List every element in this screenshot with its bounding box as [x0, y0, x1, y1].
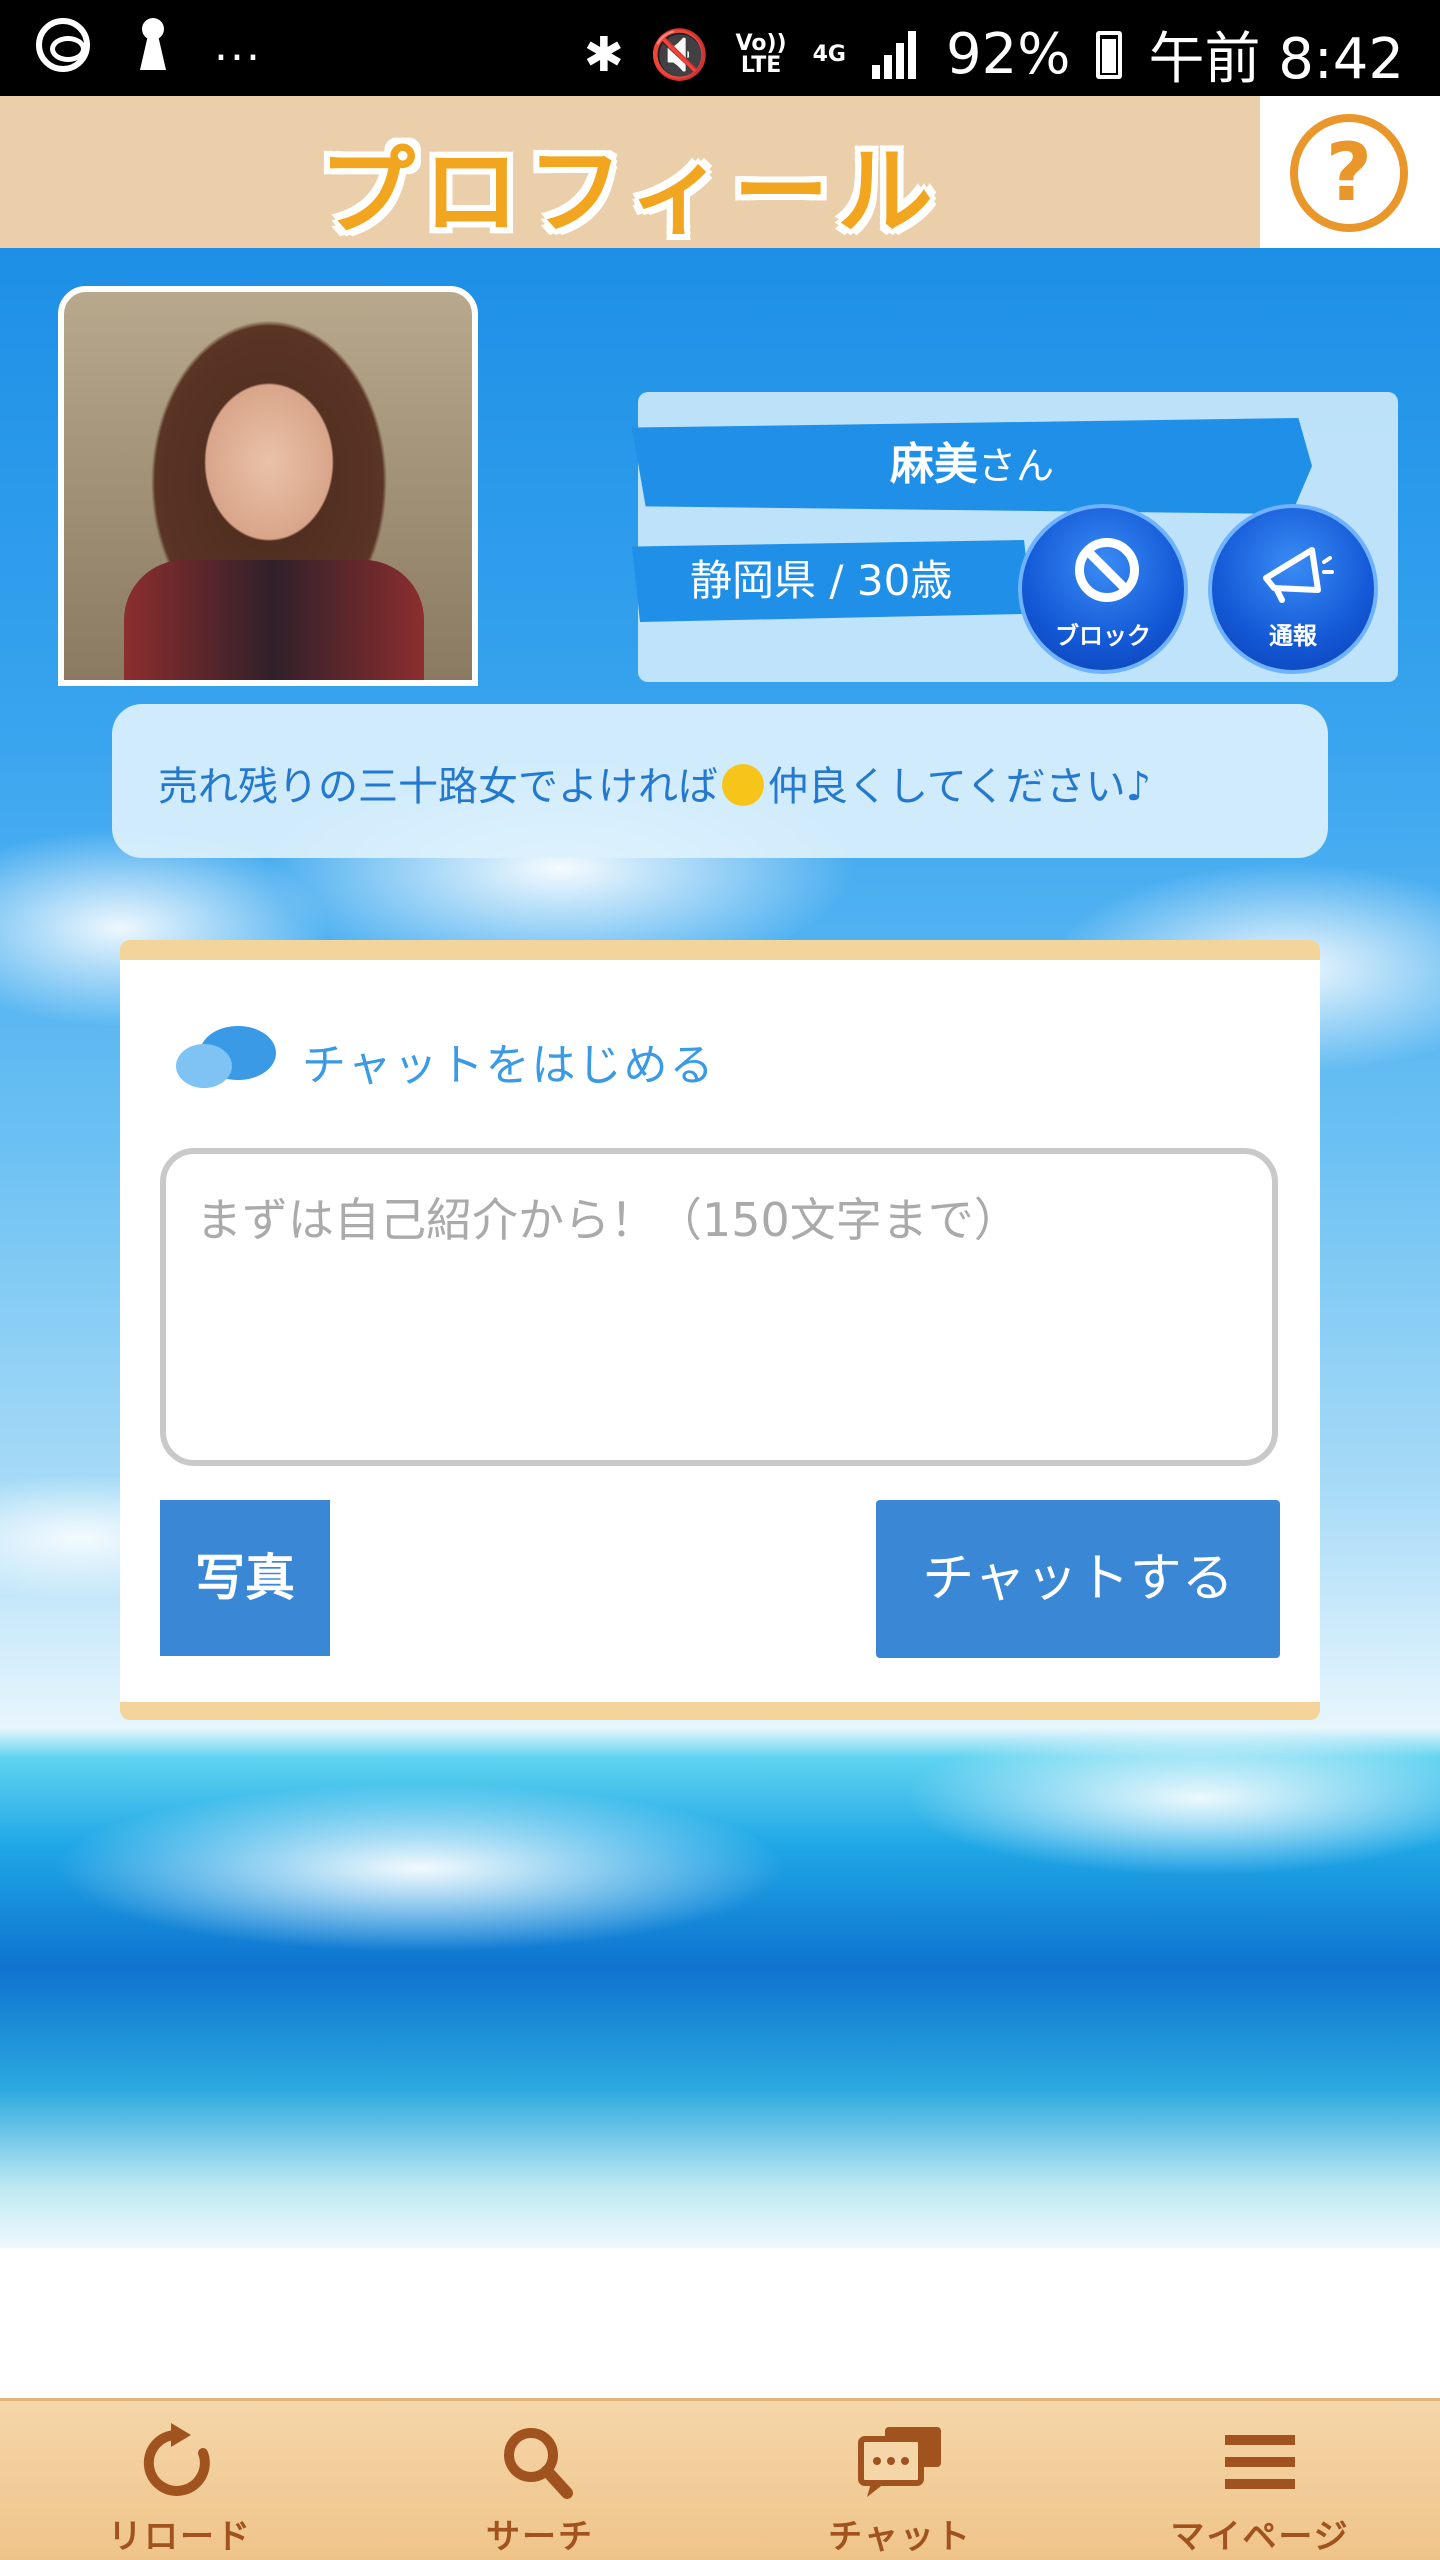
report-button[interactable]: 通報 [1208, 504, 1378, 674]
battery-icon [1096, 30, 1123, 79]
mute-icon: 🔇 [649, 27, 710, 83]
nav-chat-label: チャット [828, 2517, 972, 2557]
user-name: 麻美 [889, 439, 978, 490]
nav-reload[interactable]: リロード [0, 2401, 360, 2560]
nav-mypage[interactable]: マイページ [1080, 2401, 1440, 2560]
status-bar: ... ✱ 🔇 Vo)) LTE 4G 92% 午前 8:42 [0, 0, 1440, 96]
grin-emoji-icon [722, 764, 764, 806]
chat-start-card: チャットをはじめる 写真 チャットする [120, 940, 1320, 1720]
page-title: プロフィール [318, 136, 942, 248]
menu-icon [1225, 2435, 1295, 2489]
profile-name: 麻美さん [632, 430, 1312, 501]
honorific: さん [977, 444, 1054, 488]
volte-icon: Vo)) LTE [735, 30, 787, 78]
location-age: 静岡県 / 30歳 [690, 556, 953, 605]
nav-mypage-label: マイページ [1170, 2517, 1350, 2557]
profile-bio: 売れ残りの三十路女でよければ 仲良くしてください♪ [112, 704, 1328, 858]
block-button[interactable]: ブロック [1018, 504, 1188, 674]
chat-card-header: チャットをはじめる [176, 1026, 716, 1096]
nav-search-label: サーチ [486, 2517, 594, 2557]
nav-reload-label: リロード [108, 2517, 252, 2557]
header-bar: プロフィール [0, 96, 1260, 248]
bio-text: 売れ残りの三十路女でよければ 仲良くしてください♪ [158, 764, 1152, 810]
signal-icon [871, 30, 920, 79]
chat-bubbles-icon [176, 1026, 276, 1096]
help-button[interactable]: ? [1260, 96, 1440, 248]
chat-icon [858, 2427, 941, 2497]
photo-button[interactable]: 写真 [160, 1500, 330, 1656]
nav-chat[interactable]: チャット [720, 2401, 1080, 2560]
megaphone-icon [1263, 547, 1334, 603]
nav-search[interactable]: サーチ [360, 2401, 720, 2560]
block-icon [1075, 538, 1139, 602]
chat-card-title: チャットをはじめる [302, 1040, 716, 1091]
bottom-nav: リロード サーチ チャット マイページ [0, 2398, 1440, 2560]
clock: 午前 8:42 [1148, 27, 1404, 92]
notification-app-icon [36, 18, 90, 72]
message-input[interactable] [160, 1148, 1278, 1466]
profile-photo[interactable] [58, 286, 478, 686]
bluetooth-icon: ✱ [583, 26, 624, 83]
question-icon: ? [1290, 114, 1408, 232]
report-label: 通報 [1269, 622, 1317, 650]
battery-percent: 92% [945, 22, 1071, 87]
search-icon [504, 2428, 573, 2499]
keyhole-icon [138, 18, 166, 72]
send-chat-button[interactable]: チャットする [876, 1500, 1280, 1658]
more-notifications: ... [214, 19, 262, 71]
block-label: ブロック [1055, 622, 1151, 650]
network-type: 4G [812, 41, 846, 67]
app-header: プロフィール ? [0, 96, 1440, 248]
reload-icon [143, 2423, 210, 2496]
